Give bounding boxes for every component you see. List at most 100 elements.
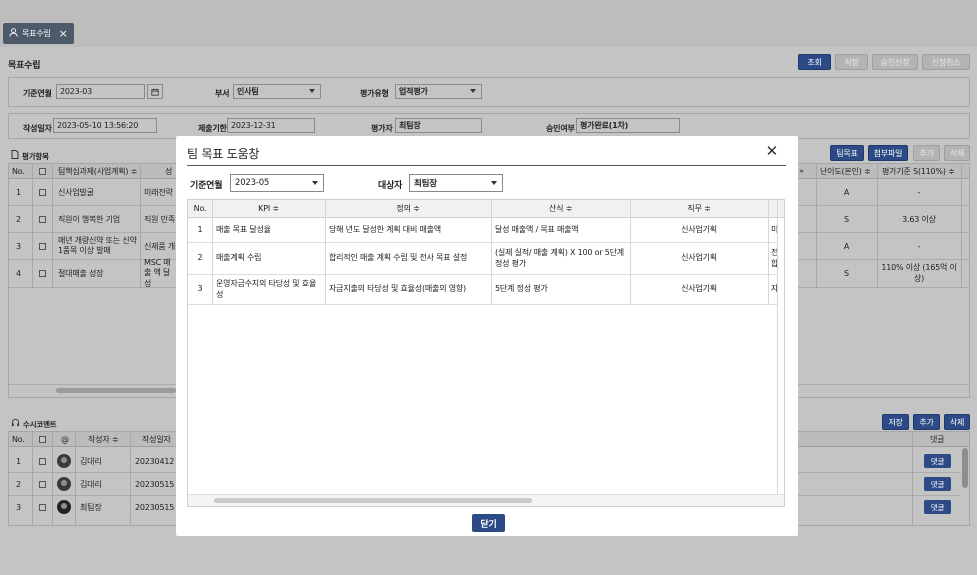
comment-scrollbar[interactable] xyxy=(962,448,968,488)
avatar xyxy=(57,496,77,518)
eval-type-value: 업적평가 xyxy=(399,87,428,96)
chevron-down-icon xyxy=(470,89,476,93)
row-no: 1 xyxy=(16,188,21,197)
comment-section-header: 수시코멘트 xyxy=(11,418,57,430)
eval-delete-button[interactable]: 삭제 xyxy=(944,145,970,161)
headset-icon xyxy=(11,418,20,430)
divider xyxy=(32,164,33,287)
eval-grid-scrollbar[interactable] xyxy=(56,388,176,393)
dept-select[interactable]: 인사팀 xyxy=(233,84,321,99)
row-task: 절대매출 성장 xyxy=(58,269,104,278)
col-definition[interactable]: 정의 ≑ xyxy=(325,200,491,218)
reply-label: 댓글 xyxy=(924,477,951,491)
eval-section-header: 평가항목 xyxy=(11,150,49,162)
divider xyxy=(912,432,913,525)
col-formula[interactable]: 산식 ≑ xyxy=(491,200,630,218)
row-task: 신사업발굴 xyxy=(58,188,94,197)
team-goal-button[interactable]: 팀목표 xyxy=(830,145,864,161)
row-difficulty: S xyxy=(844,214,849,224)
search-button[interactable]: 조회 xyxy=(798,54,831,70)
row-checkbox[interactable] xyxy=(39,233,46,259)
eval-add-button[interactable]: 추가 xyxy=(913,145,940,161)
scrollbar-thumb[interactable] xyxy=(214,498,532,503)
col-job[interactable]: 직무 ≑ xyxy=(630,200,768,218)
select-all-checkbox[interactable] xyxy=(39,432,46,447)
kpi-grid-scrollbar[interactable] xyxy=(188,494,784,506)
row-definition: 당해 년도 달성한 계획 대비 매출액 xyxy=(329,225,441,235)
document-icon xyxy=(11,150,19,162)
modal-target-select[interactable]: 최팀장 xyxy=(409,174,503,192)
row-col2: 신제품 개 xyxy=(144,241,175,251)
deadline-field: 2023-12-31 xyxy=(227,118,315,133)
reply-button[interactable]: 댓글 xyxy=(924,496,951,518)
modal-base-month-label: 기준연월 xyxy=(190,181,223,191)
row-writer: 김대리 xyxy=(80,456,102,466)
divider xyxy=(130,432,131,525)
row-date: 20230515 xyxy=(135,479,175,489)
reply-label: 댓글 xyxy=(924,500,951,514)
base-month-label: 기준연월 xyxy=(23,89,52,98)
comment-add-button[interactable]: 추가 xyxy=(913,414,940,430)
divider xyxy=(188,304,777,305)
modal-target-value: 최팀장 xyxy=(414,179,437,189)
col-reply: 댓글 xyxy=(930,435,945,444)
chevron-down-icon xyxy=(312,181,318,185)
col-standard[interactable]: 평가기준 S(110%) ≑ xyxy=(882,164,955,179)
row-formula: 달성 매출액 / 목표 매출액 xyxy=(495,225,579,235)
row-formula: (실제 실적/ 매출 계획) X 100 or 5단계 정성 평가 xyxy=(495,247,624,268)
divider xyxy=(491,200,492,304)
row-checkbox[interactable] xyxy=(39,450,46,472)
col-no: No. xyxy=(193,203,207,213)
divider xyxy=(212,200,213,304)
avatar xyxy=(57,450,77,472)
request-approval-button[interactable]: 승인신청 xyxy=(872,54,918,70)
row-checkbox[interactable] xyxy=(39,206,46,232)
comment-delete-button[interactable]: 삭제 xyxy=(944,414,970,430)
row-definition: 자금지출의 타당성 및 효율성(매출의 영향) xyxy=(329,284,466,294)
row-col2: 직원 만족 xyxy=(144,214,175,224)
row-kpi: 운영자금수지의 타당성 및 효율성 xyxy=(216,278,317,299)
modal-base-month-value: 2023-05 xyxy=(235,178,270,188)
row-checkbox[interactable] xyxy=(39,496,46,518)
eval-type-label: 평가유형 xyxy=(360,89,389,98)
eval-type-select[interactable]: 업적평가 xyxy=(395,84,482,99)
cancel-request-button[interactable]: 신청취소 xyxy=(922,54,970,70)
row-no: 2 xyxy=(197,253,203,263)
row-truncated: 미 xyxy=(771,219,777,242)
modal-base-month-select[interactable]: 2023-05 xyxy=(230,174,324,192)
dialog-close-button[interactable]: 닫기 xyxy=(472,514,505,532)
evaluator-field: 최팀장 xyxy=(395,118,482,133)
col-difficulty[interactable]: 난이도(본인) ≑ xyxy=(820,164,871,179)
close-icon[interactable]: ✕ xyxy=(766,144,779,159)
row-checkbox[interactable] xyxy=(39,473,46,495)
row-formula: 5단계 정성 평가 xyxy=(495,284,548,294)
approval-label: 승인여부 xyxy=(546,124,575,133)
row-col2: MSC 매출 액 달성 xyxy=(144,257,171,288)
approval-field: 평가완료(1차) xyxy=(576,118,680,133)
created-label: 작성일자 xyxy=(23,124,52,133)
select-all-checkbox[interactable] xyxy=(39,164,46,179)
divider xyxy=(187,165,786,166)
col-no: No. xyxy=(12,435,25,444)
col-kpi[interactable]: KPI ≑ xyxy=(212,200,325,218)
row-kpi: 매출 목표 달성율 xyxy=(216,225,271,235)
row-checkbox[interactable] xyxy=(39,180,46,205)
col-writer[interactable]: 작성자 ≑ xyxy=(88,432,119,447)
eval-section-title: 평가항목 xyxy=(22,151,49,161)
reply-button[interactable]: 댓글 xyxy=(924,473,951,495)
base-month-input[interactable]: 2023-03 xyxy=(56,84,145,99)
row-checkbox[interactable] xyxy=(39,260,46,287)
col-task[interactable]: 팀핵심과제(사업계획) ≑ xyxy=(58,164,137,179)
calendar-icon[interactable] xyxy=(147,84,163,99)
tab-label: 목표수립 xyxy=(22,29,51,38)
tab-goal-setting[interactable]: 목표수립 × xyxy=(3,23,74,44)
comment-save-button[interactable]: 저장 xyxy=(882,414,909,430)
row-date: 20230412 xyxy=(135,456,175,466)
sort-icon: ≑ xyxy=(799,168,804,175)
chevron-down-icon xyxy=(491,181,497,185)
save-button[interactable]: 저장 xyxy=(835,54,868,70)
modal-target-label: 대상자 xyxy=(378,181,403,191)
reply-button[interactable]: 댓글 xyxy=(924,450,951,472)
tab-close-icon[interactable]: × xyxy=(59,28,68,39)
attachment-button[interactable]: 첨부파일 xyxy=(868,145,908,161)
